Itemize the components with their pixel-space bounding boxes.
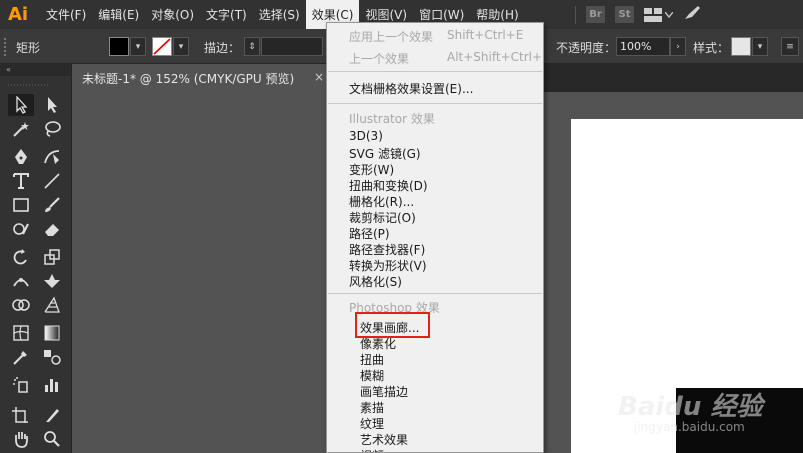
workspace-layout-icon[interactable] [644,7,673,22]
scale-tool-icon[interactable] [39,246,65,268]
opacity-label: 不透明度： [556,41,617,55]
fill-swatch[interactable] [109,37,129,56]
style-swatch[interactable] [731,37,751,56]
hand-tool-icon[interactable] [8,428,34,450]
menu-select[interactable]: 选择(S) [253,0,306,29]
menu-item-last-effect[interactable]: 上一个效果 Alt+Shift+Ctrl+E [349,50,543,67]
menu-item-texture[interactable]: 纹理 [360,415,384,432]
stroke-weight-stepper[interactable]: ⇕ [244,37,260,56]
magic-wand-tool-icon[interactable] [8,118,34,140]
menu-item-pathfinder[interactable]: 路径查找器(F) [349,241,425,258]
menu-item-sketch[interactable]: 素描 [360,399,384,416]
menu-item-blur[interactable]: 模糊 [360,367,384,384]
symbol-sprayer-tool-icon[interactable] [8,374,34,396]
menu-type[interactable]: 文字(T) [200,0,253,29]
menu-file[interactable]: 文件(F) [40,0,92,29]
slice-tool-icon[interactable] [39,404,65,426]
menu-item-svg-filters[interactable]: SVG 滤镜(G) [349,145,421,162]
menu-divider [328,71,542,72]
menu-item-video[interactable]: 视频 [360,447,384,452]
collapse-panel-icon[interactable]: « [0,64,71,76]
menu-object[interactable]: 对象(O) [145,0,200,29]
menu-item-distort-transform[interactable]: 扭曲和变换(D) [349,177,428,194]
menu-item-document-raster-settings[interactable]: 文档栅格效果设置(E)... [349,80,473,97]
stroke-weight-input[interactable] [261,37,323,56]
menu-item-brush-strokes[interactable]: 画笔描边 [360,383,408,400]
menu-item-rasterize[interactable]: 栅格化(R)... [349,193,414,210]
effect-gallery-highlight [355,312,430,338]
pen-tool-icon[interactable] [8,146,34,168]
type-tool-icon[interactable] [8,170,34,192]
fill-dropdown[interactable]: ▾ [130,37,146,56]
opacity-arrow[interactable]: › [670,37,686,56]
lasso-tool-icon[interactable] [39,118,65,140]
panel-grip[interactable] [4,38,8,56]
tab-close-icon[interactable]: × [314,70,324,84]
rectangle-tool-icon[interactable] [8,194,34,216]
selection-tool-icon[interactable] [8,94,34,116]
document-tab[interactable]: 未标题-1* @ 152% (CMYK/GPU 预览) [72,64,330,92]
mesh-tool-icon[interactable] [8,322,34,344]
menu-edit[interactable]: 编辑(E) [92,0,145,29]
stroke-swatch[interactable] [152,37,172,56]
puppet-warp-tool-icon[interactable] [39,270,65,292]
width-tool-icon[interactable] [8,270,34,292]
menu-item-3d[interactable]: 3D(3) [349,129,383,143]
menu-item-distort[interactable]: 扭曲 [360,351,384,368]
menu-item-stylize[interactable]: 风格化(S) [349,273,402,290]
blend-tool-icon[interactable] [39,346,65,368]
eraser-tool-icon[interactable] [39,218,65,240]
menubar-right-icons: Br St [575,0,701,29]
menu-item-apply-last-effect[interactable]: 应用上一个效果 Shift+Ctrl+E [349,28,523,45]
style-dropdown[interactable]: ▾ [752,37,768,56]
panel-menu-icon[interactable]: ≡ [781,37,799,56]
watermark-main-text: Baidu 经验 [618,392,763,422]
baidu-watermark: Baidu 经验 jingyan.baidu.com [606,384,796,444]
bridge-button[interactable]: Br [586,6,605,23]
app-logo: Ai [7,4,29,25]
rotate-tool-icon[interactable] [8,246,34,268]
curvature-tool-icon[interactable] [39,146,65,168]
watermark-url: jingyan.baidu.com [634,420,745,434]
stroke-dropdown[interactable]: ▾ [173,37,189,56]
effect-menu-dropdown: 应用上一个效果 Shift+Ctrl+E 上一个效果 Alt+Shift+Ctrl+… [326,22,544,453]
divider [575,5,576,24]
menu-item-artistic[interactable]: 艺术效果 [360,431,408,448]
menu-item-crop-marks[interactable]: 裁剪标记(O) [349,209,416,226]
rocket-icon[interactable] [683,5,701,24]
shape-type-label: 矩形 [16,41,41,55]
menu-divider [328,293,542,294]
menu-divider [328,103,542,104]
perspective-grid-tool-icon[interactable] [39,294,65,316]
direct-selection-tool-icon[interactable] [39,94,65,116]
gradient-tool-icon[interactable] [39,322,65,344]
shape-builder-tool-icon[interactable] [8,294,34,316]
menu-section-illustrator-effects: Illustrator 效果 [349,112,435,126]
zoom-tool-icon[interactable] [39,428,65,450]
stock-button[interactable]: St [615,6,634,23]
line-tool-icon[interactable] [39,170,65,192]
opacity-input[interactable]: 100% [616,37,670,56]
menu-item-path[interactable]: 路径(P) [349,225,390,242]
document-tab-title: 未标题-1* @ 152% (CMYK/GPU 预览) [82,71,295,86]
eyedropper-tool-icon[interactable] [8,346,34,368]
shaper-tool-icon[interactable] [8,218,34,240]
paintbrush-tool-icon[interactable] [39,194,65,216]
menu-item-warp[interactable]: 变形(W) [349,161,394,178]
menu-item-convert-to-shape[interactable]: 转换为形状(V) [349,257,427,274]
stroke-label: 描边： [204,41,241,55]
column-graph-tool-icon[interactable] [39,374,65,396]
style-label: 样式： [693,41,730,55]
toolbar-grip[interactable] [0,76,71,94]
artboard-tool-icon[interactable] [8,404,34,426]
